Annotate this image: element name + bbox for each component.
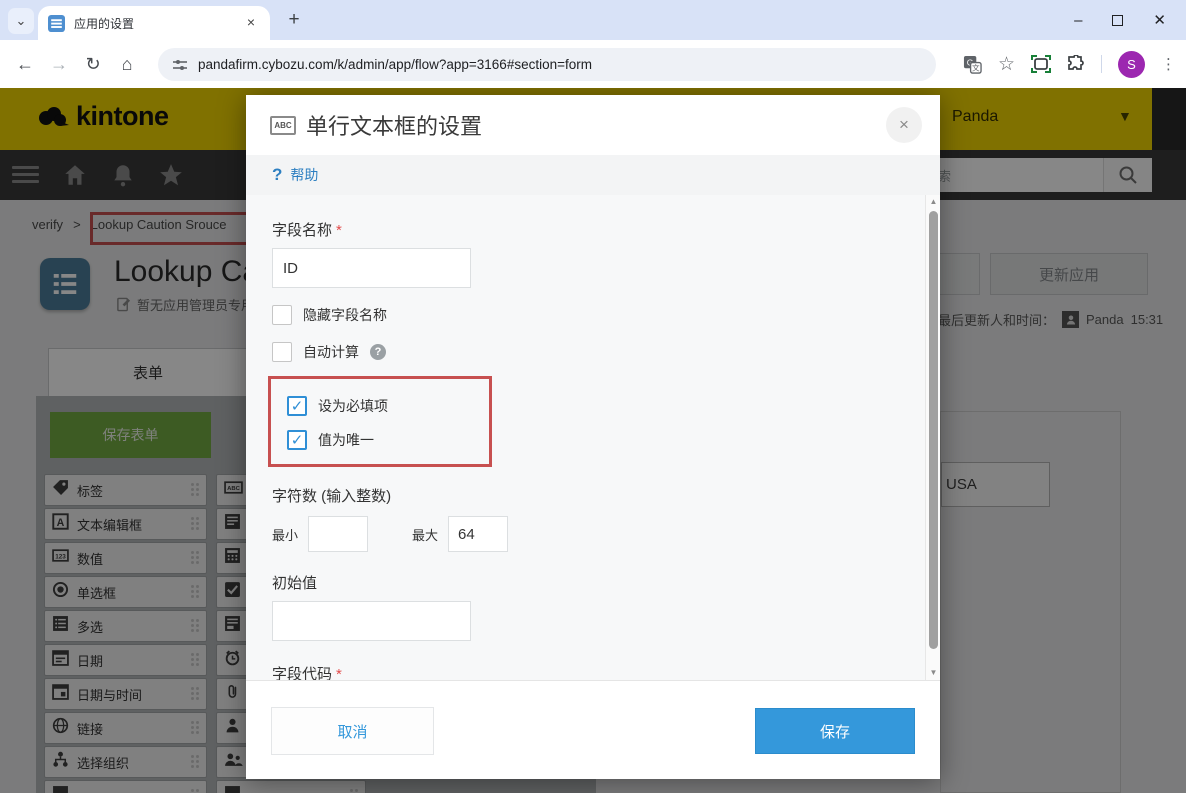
required-mark: * <box>336 666 342 680</box>
modal-header: ABC 单行文本框的设置 × <box>246 95 940 155</box>
address-bar-actions: G文 ☆ S ⋮ <box>963 40 1176 88</box>
single-line-text-type-icon: ABC <box>270 116 296 135</box>
min-input[interactable] <box>308 516 368 552</box>
modal-scroll-content: 字段名称* ID ✓隐藏字段名称 ✓自动计算? ✓设为必填项 ✓值为唯一 字符数 (… <box>246 195 925 680</box>
modal-footer: 取消 保存 <box>246 680 940 779</box>
option-checkbox-list: ✓隐藏字段名称 ✓自动计算? <box>272 305 925 362</box>
highlighted-checkbox-list: ✓设为必填项 ✓值为唯一 <box>287 396 489 450</box>
field-name-input[interactable]: ID <box>272 248 471 288</box>
extensions-icon[interactable] <box>1067 55 1085 73</box>
svg-text:文: 文 <box>972 62 980 72</box>
divider <box>1101 55 1102 73</box>
browser-tab-strip: ⌄ 应用的设置 × + – ✕ <box>0 0 1186 40</box>
help-bar: ? 帮助 <box>246 155 940 195</box>
annotation-box-options: ✓设为必填项 ✓值为唯一 <box>268 376 492 467</box>
window-minimize-button[interactable]: – <box>1074 12 1082 29</box>
reload-icon[interactable]: ↻ <box>76 54 110 75</box>
app-favicon-icon <box>48 15 65 32</box>
home-icon[interactable]: ⌂ <box>110 54 144 75</box>
required-mark: * <box>336 222 342 239</box>
window-close-button[interactable]: ✕ <box>1153 11 1166 29</box>
window-controls: – ✕ <box>1074 0 1178 40</box>
browser-address-bar: ← → ↻ ⌂ pandafirm.cybozu.com/k/admin/app… <box>0 40 1186 88</box>
modal-close-icon[interactable]: × <box>886 107 922 143</box>
back-icon[interactable]: ← <box>8 54 42 75</box>
checkbox-option-row: ✓隐藏字段名称 <box>272 305 925 325</box>
tab-title: 应用的设置 <box>74 15 242 32</box>
window-maximize-button[interactable] <box>1112 15 1123 26</box>
browser-tab[interactable]: 应用的设置 × <box>38 6 270 40</box>
checkbox[interactable]: ✓ <box>287 396 307 416</box>
profile-avatar[interactable]: S <box>1118 51 1145 78</box>
modal-title: 单行文本框的设置 <box>306 109 886 141</box>
max-input[interactable]: 64 <box>448 516 508 552</box>
screen: ⌄ 应用的设置 × + – ✕ ← → ↻ ⌂ pandafirm.cybozu… <box>0 0 1186 793</box>
initial-value-label: 初始值 <box>272 572 925 593</box>
field-settings-modal: ABC 单行文本框的设置 × ? 帮助 字段名称* ID ✓隐藏字段名称 ✓自动计… <box>246 95 940 779</box>
max-label: 最大 <box>412 525 438 544</box>
site-settings-icon[interactable] <box>172 57 188 73</box>
tab-close-icon[interactable]: × <box>242 14 260 32</box>
modal-scrollbar[interactable]: ▲ ▼ <box>925 195 940 680</box>
checkbox[interactable]: ✓ <box>287 430 307 450</box>
scroll-down-icon[interactable]: ▼ <box>926 666 940 680</box>
char-count-label: 字符数 (输入整数) <box>272 485 925 506</box>
cancel-button[interactable]: 取消 <box>271 707 434 755</box>
address-bar[interactable]: pandafirm.cybozu.com/k/admin/app/flow?ap… <box>158 48 936 81</box>
help-question-icon: ? <box>272 165 282 185</box>
new-tab-button[interactable]: + <box>282 8 306 32</box>
field-name-label: 字段名称* <box>272 219 925 240</box>
web-page: kintone Panda ▼ 搜索 verify > Lookup Cauti… <box>0 88 1186 793</box>
translate-icon[interactable]: G文 <box>963 55 982 74</box>
scrollbar-thumb[interactable] <box>929 211 938 649</box>
checkbox[interactable]: ✓ <box>272 305 292 325</box>
checkbox[interactable]: ✓ <box>272 342 292 362</box>
bookmark-star-icon[interactable]: ☆ <box>998 53 1015 76</box>
modal-body: 字段名称* ID ✓隐藏字段名称 ✓自动计算? ✓设为必填项 ✓值为唯一 字符数 (… <box>246 195 940 680</box>
scroll-up-icon[interactable]: ▲ <box>926 195 940 209</box>
url-text: pandafirm.cybozu.com/k/admin/app/flow?ap… <box>198 57 592 72</box>
checkbox-option-row: ✓自动计算? <box>272 342 925 362</box>
char-count-row: 最小 最大 64 <box>272 516 925 552</box>
capture-icon[interactable] <box>1031 55 1051 73</box>
browser-menu-icon[interactable]: ⋮ <box>1161 55 1176 73</box>
help-link[interactable]: 帮助 <box>290 165 318 185</box>
tab-search-chevron-button[interactable]: ⌄ <box>8 8 34 34</box>
forward-icon[interactable]: → <box>42 54 76 75</box>
help-circle-icon[interactable]: ? <box>370 344 386 360</box>
initial-value-input[interactable] <box>272 601 471 641</box>
field-code-label: 字段代码* <box>272 663 925 680</box>
min-label: 最小 <box>272 525 298 544</box>
checkbox-option-row: ✓设为必填项 <box>287 396 489 416</box>
save-button[interactable]: 保存 <box>755 708 915 754</box>
checkbox-option-row: ✓值为唯一 <box>287 430 489 450</box>
